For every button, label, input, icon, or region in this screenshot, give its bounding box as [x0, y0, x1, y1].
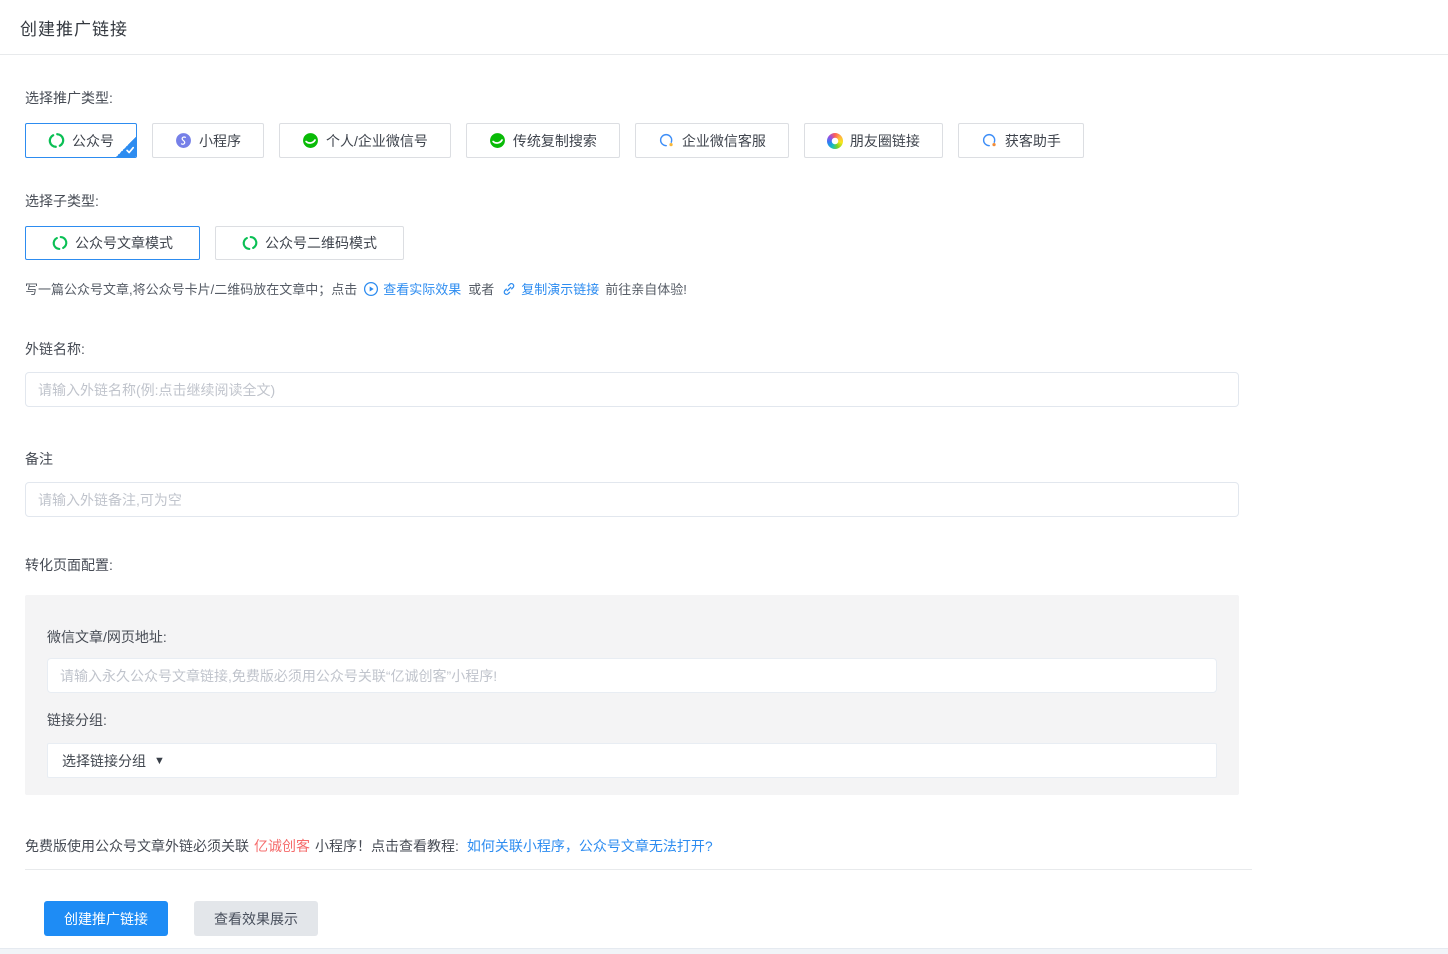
promo-type-options: 公众号 小程序 个人/企业微信号 传统复制搜索 — [25, 123, 1448, 158]
promo-type-moments-link[interactable]: 朋友圈链接 — [804, 123, 943, 158]
promo-type-option-label: 公众号 — [72, 131, 114, 151]
tutorial-link[interactable]: 如何关联小程序，公众号文章无法打开? — [467, 838, 713, 854]
copy-demo-label: 复制演示链接 — [521, 279, 599, 298]
footer-divider — [25, 869, 1252, 870]
promo-type-customer-assistant[interactable]: 获客助手 — [958, 123, 1084, 158]
promo-type-option-label: 企业微信客服 — [682, 131, 766, 151]
official-account-icon — [48, 132, 65, 149]
sub-type-label: 选择子类型: — [25, 191, 1448, 211]
page-header: 创建推广链接 — [0, 0, 1448, 55]
view-demo-label: 查看实际效果 — [383, 279, 461, 298]
official-account-icon — [52, 235, 68, 251]
action-buttons: 创建推广链接 查看效果展示 — [25, 901, 1448, 954]
conversion-config-panel: 微信文章/网页地址: 链接分组: 选择链接分组 ▼ — [25, 595, 1239, 795]
promo-type-wecom-service[interactable]: 企业微信客服 — [635, 123, 789, 158]
remark-input[interactable] — [25, 482, 1239, 517]
sub-type-article-mode[interactable]: 公众号文章模式 — [25, 226, 200, 260]
link-icon — [501, 281, 517, 297]
miniprogram-icon — [175, 132, 192, 149]
hint-prefix: 写一篇公众号文章,将公众号卡片/二维码放在文章中；点击 — [25, 279, 357, 298]
moments-icon — [827, 133, 843, 149]
chat-bubble-icon — [981, 132, 998, 149]
promo-type-option-label: 个人/企业微信号 — [326, 131, 428, 151]
promo-type-option-label: 传统复制搜索 — [513, 131, 597, 151]
article-url-label: 微信文章/网页地址: — [47, 627, 1217, 647]
promo-type-official-account[interactable]: 公众号 — [25, 123, 137, 158]
promo-type-miniprogram[interactable]: 小程序 — [152, 123, 264, 158]
link-group-select[interactable]: 选择链接分组 ▼ — [47, 743, 1217, 778]
create-link-button[interactable]: 创建推广链接 — [44, 901, 168, 936]
main-content: 选择推广类型: 公众号 小程序 个人/企业微信号 — [0, 55, 1448, 954]
caret-down-icon: ▼ — [154, 755, 165, 767]
official-account-icon — [242, 235, 258, 251]
article-url-input[interactable] — [47, 658, 1217, 693]
link-name-label: 外链名称: — [25, 339, 1448, 359]
promo-type-option-label: 获客助手 — [1005, 131, 1061, 151]
sub-type-option-label: 公众号二维码模式 — [265, 233, 377, 253]
promo-type-option-label: 小程序 — [199, 131, 241, 151]
link-group-value: 选择链接分组 — [62, 751, 146, 771]
preview-effect-button[interactable]: 查看效果展示 — [194, 901, 318, 936]
conversion-config-label: 转化页面配置: — [25, 555, 1448, 575]
sub-type-hint: 写一篇公众号文章,将公众号卡片/二维码放在文章中；点击 查看实际效果 或者 复制… — [25, 279, 1448, 298]
view-demo-link[interactable]: 查看实际效果 — [363, 279, 461, 298]
remark-label: 备注 — [25, 449, 1448, 469]
promo-type-personal-wechat[interactable]: 个人/企业微信号 — [279, 123, 451, 158]
free-version-notice: 免费版使用公众号文章外链必须关联亿诚创客小程序！点击查看教程: 如何关联小程序，公… — [25, 836, 1448, 856]
page-title: 创建推广链接 — [20, 15, 128, 40]
notice-prefix: 免费版使用公众号文章外链必须关联 — [25, 838, 249, 854]
copy-demo-link[interactable]: 复制演示链接 — [501, 279, 599, 298]
play-circle-icon — [363, 281, 379, 297]
wechat-icon — [489, 132, 506, 149]
sub-type-qrcode-mode[interactable]: 公众号二维码模式 — [215, 226, 404, 260]
chat-bubble-icon — [658, 132, 675, 149]
hint-or: 或者 — [468, 279, 494, 298]
hint-suffix: 前往亲自体验! — [605, 279, 687, 298]
selected-check-icon — [116, 137, 136, 157]
sub-type-options: 公众号文章模式 公众号二维码模式 — [25, 226, 1448, 260]
notice-highlight: 亿诚创客 — [254, 838, 310, 854]
bottom-strip — [0, 948, 1448, 954]
wechat-icon — [302, 132, 319, 149]
promo-type-option-label: 朋友圈链接 — [850, 131, 920, 151]
promo-type-copy-search[interactable]: 传统复制搜索 — [466, 123, 620, 158]
sub-type-option-label: 公众号文章模式 — [75, 233, 173, 253]
notice-middle: 小程序！点击查看教程: — [315, 838, 459, 854]
promo-type-label: 选择推广类型: — [25, 55, 1448, 108]
link-group-label: 链接分组: — [47, 710, 1217, 730]
link-name-input[interactable] — [25, 372, 1239, 407]
